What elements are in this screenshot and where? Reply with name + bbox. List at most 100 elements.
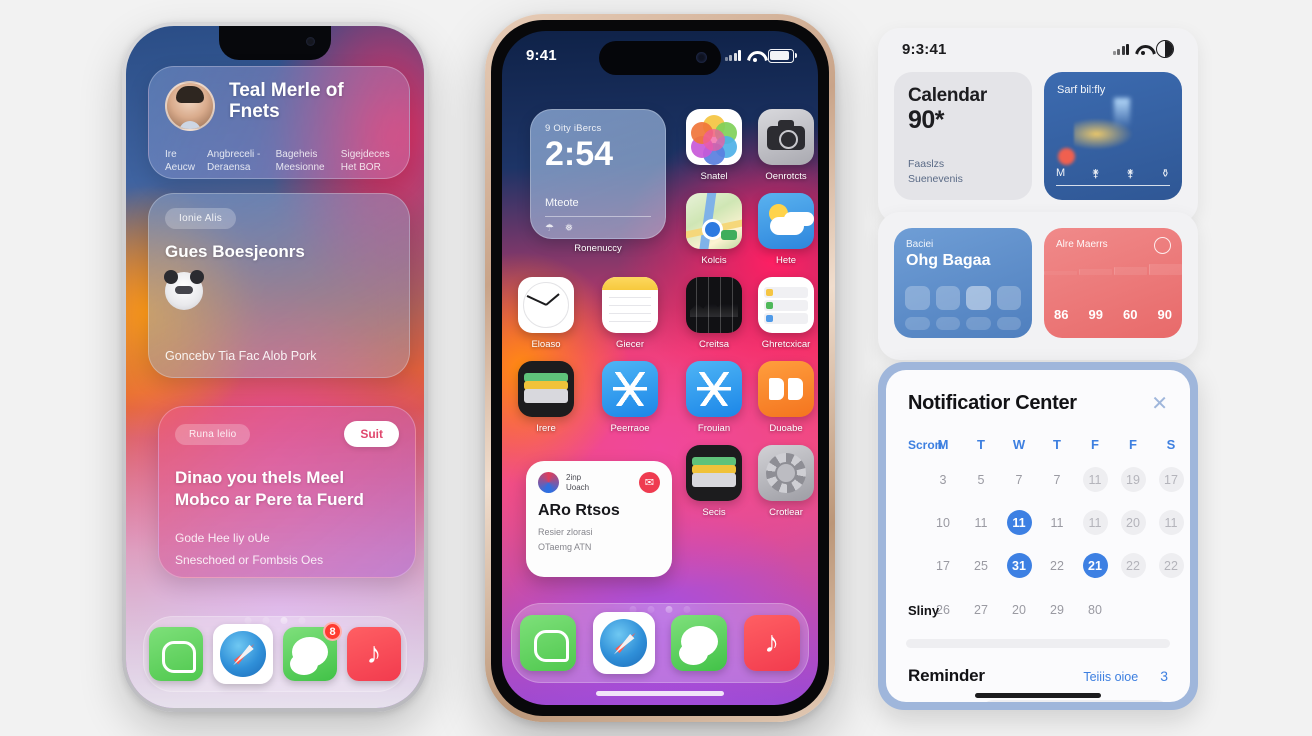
home-indicator[interactable]	[596, 691, 724, 696]
dock-app-messages[interactable]: 8	[283, 622, 342, 681]
promo-sub2: OTaemg ATN	[538, 541, 592, 552]
sleep-btn-0[interactable]: M	[1056, 167, 1065, 180]
dock-app-music[interactable]	[743, 615, 800, 671]
dock-app-safari[interactable]	[592, 612, 655, 674]
promo-close-icon[interactable]: ✉	[639, 472, 660, 493]
calendar-row: 10 11 11 11 11 20 11	[886, 501, 1190, 544]
calendar-cell-selected[interactable]: 31	[1000, 544, 1038, 587]
calendar-cell[interactable]: 80	[1076, 587, 1114, 633]
calendar-cell[interactable]: 27	[962, 587, 1000, 633]
calendar-cell[interactable]: 29	[1038, 587, 1076, 633]
red-widget[interactable]: Alre Maerrs 86 99 60 90	[1044, 228, 1182, 338]
center-dock	[511, 603, 809, 683]
calendar-cell[interactable]: 11	[1152, 501, 1190, 544]
right-widget-panel-top: 9:3:41 Calendar 90* Faaslzs Suenevenis S…	[878, 28, 1198, 224]
sleep-btn-1[interactable]: ⚵	[1092, 167, 1100, 180]
app-label-books: Duoabe	[769, 423, 803, 434]
calendar-cell[interactable]: 17	[924, 544, 962, 587]
calendar-cell[interactable]: 11	[1076, 458, 1114, 501]
calendar-cell[interactable]	[1152, 587, 1190, 633]
pill[interactable]	[966, 286, 991, 310]
app-icon-maps[interactable]	[686, 193, 742, 249]
pill[interactable]	[935, 286, 960, 310]
dock-app-messages[interactable]	[671, 615, 728, 671]
calendar-cell[interactable]: 22	[1152, 544, 1190, 587]
calendar-cell[interactable]: 17	[1152, 458, 1190, 501]
photos-widget[interactable]: Ionie Alis Gues Boesjeonrs Goncebv Tia F…	[148, 193, 410, 378]
calendar-row-label-header: Scron	[908, 437, 943, 452]
sleep-btn-2[interactable]: ⚵	[1126, 167, 1134, 180]
sleep-btn-3[interactable]: ⚱	[1161, 167, 1170, 180]
messages-badge: 8	[323, 622, 342, 641]
dock-app-safari[interactable]	[213, 624, 273, 684]
app-icon-shortcuts[interactable]	[758, 277, 814, 333]
app-icon-wallet[interactable]	[518, 361, 574, 417]
red-value-3: 90	[1157, 307, 1172, 322]
app-icon-books[interactable]	[758, 361, 814, 417]
reminder-link[interactable]: Teiiis oioe	[1083, 670, 1138, 684]
app-icon-app-store-1[interactable]	[602, 361, 658, 417]
dock-app-music[interactable]	[347, 627, 401, 681]
reminder-item[interactable]: Ilcer nall IYTA 00	[982, 700, 1168, 702]
notification-divider	[906, 639, 1170, 648]
left-phone-notch	[219, 26, 331, 60]
calendar-widget-sub1: Faaslzs	[908, 157, 945, 170]
calendar-cell-selected[interactable]: 11	[1000, 501, 1038, 544]
calendar-cell[interactable]: 3	[924, 458, 962, 501]
app-icon-wallet-2[interactable]	[686, 445, 742, 501]
dock-app-phone[interactable]	[149, 627, 203, 681]
notification-calendar: Scron M T W T F F S 3 5 7 7 11 19 17 10 …	[886, 431, 1190, 633]
sleep-widget[interactable]: Sarf bil:fly M ⚵ ⚵ ⚱	[1044, 72, 1182, 200]
calendar-cell[interactable]	[1114, 587, 1152, 633]
notification-center-header: Notificatior Center ✕	[886, 370, 1190, 415]
calendar-cell[interactable]: 22	[1114, 544, 1152, 587]
dock-app-phone[interactable]	[520, 615, 577, 671]
message-action-button[interactable]: Suit	[344, 421, 399, 447]
calendar-cell[interactable]: 10	[924, 501, 962, 544]
app-icon-app-store-2[interactable]	[686, 361, 742, 417]
message-widget[interactable]: Runa lelio Suit Dinao you thels Meel Mob…	[158, 406, 416, 578]
app-icon-stocks[interactable]	[686, 277, 742, 333]
app-icon-photos[interactable]	[686, 109, 742, 165]
app-icon-settings[interactable]	[758, 445, 814, 501]
profile-widget[interactable]: Teal Merle of Fnets Ire Aeucw Angbreceli…	[148, 66, 410, 179]
calendar-widget[interactable]: Calendar 90* Faaslzs Suenevenis	[894, 72, 1032, 200]
pill[interactable]	[996, 286, 1021, 310]
day-header-sun: S	[1166, 437, 1176, 452]
calendar-cell-selected[interactable]: 21	[1076, 544, 1114, 587]
profile-meta-2: Bageheis Meesionne	[275, 149, 325, 173]
app-icon-clock[interactable]	[518, 277, 574, 333]
app-icon-weather[interactable]	[758, 193, 814, 249]
close-icon[interactable]: ✕	[1151, 394, 1168, 414]
calendar-cell[interactable]: 11	[1076, 501, 1114, 544]
refresh-icon[interactable]	[1154, 237, 1171, 254]
promo-card[interactable]: 2inp Uoach ✉ ARo Rtsos Resier zlorasi OT…	[526, 461, 672, 577]
scene-root: Teal Merle of Fnets Ire Aeucw Angbreceli…	[0, 0, 1312, 736]
weather-widget-header: 9 Oity iBercs	[545, 123, 602, 134]
calendar-cell[interactable]: 20	[1114, 501, 1152, 544]
blue-widget-pills[interactable]	[905, 286, 1021, 310]
weather-widget-condition: Mteote	[545, 197, 579, 209]
message-widget-chip: Runa lelio	[175, 423, 251, 445]
pill[interactable]	[905, 286, 930, 310]
calendar-cell[interactable]: 11	[1038, 501, 1076, 544]
app-icon-notes[interactable]	[602, 277, 658, 333]
calendar-cell[interactable]: 11	[962, 501, 1000, 544]
calendar-cell[interactable]: 19	[1114, 458, 1152, 501]
day-header-fri: F	[1091, 437, 1099, 452]
calendar-cell[interactable]: 7	[1000, 458, 1038, 501]
right-status-bar: 9:3:41	[878, 40, 1198, 58]
calendar-cell[interactable]: 22	[1038, 544, 1076, 587]
calendar-cell[interactable]: 5	[962, 458, 1000, 501]
calendar-cell[interactable]: 25	[962, 544, 1000, 587]
message-widget-line2: Sneschoed or Fombsis Oes	[175, 553, 324, 568]
app-icon-camera[interactable]	[758, 109, 814, 165]
calendar-cell[interactable]: 20	[1000, 587, 1038, 633]
photos-widget-chip: Ionie Alis	[165, 208, 237, 229]
cap	[996, 317, 1021, 330]
sleep-widget-buttons[interactable]: M ⚵ ⚵ ⚱	[1056, 167, 1170, 186]
weather-widget[interactable]: 9 Oity iBercs 2:54 Mteote ☂ ❅	[530, 109, 666, 239]
blue-widget[interactable]: Baciei Ohg Bagaa	[894, 228, 1032, 338]
home-indicator[interactable]	[975, 693, 1101, 698]
calendar-cell[interactable]: 7	[1038, 458, 1076, 501]
